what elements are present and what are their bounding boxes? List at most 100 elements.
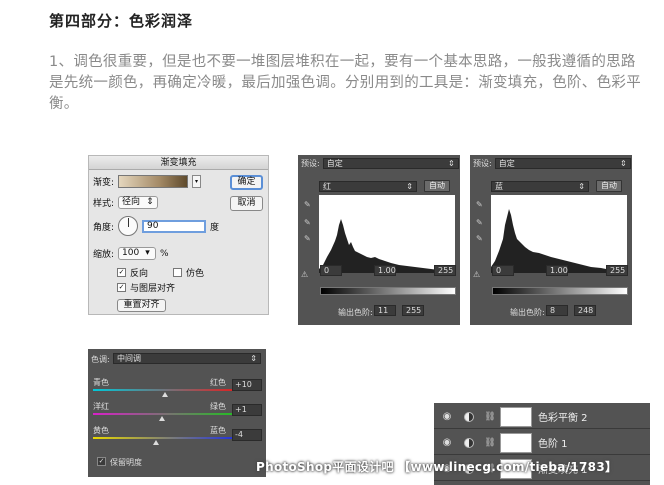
style-value: 径向 [122,197,141,207]
histogram [491,195,627,273]
black-eyedropper-icon[interactable]: ✎ [304,201,312,209]
channel-select[interactable]: 红 ⇕ [319,181,417,192]
tone-select[interactable]: 中间调 ⇕ [113,353,261,364]
color-balance-panel: 色调: 中间调 ⇕ 青色 红色 +10 洋红 绿色 +1 黄色 蓝色 -4 ✓ … [88,349,266,477]
reverse-checkbox[interactable]: ✓ [117,268,126,277]
preset-label: 预设: [473,159,492,168]
preset-label: 预设: [301,159,320,168]
updown-icon: ⇕ [406,182,413,191]
preset-select[interactable]: 自定 ⇕ [322,158,459,169]
input-black[interactable]: 0 [320,265,342,276]
layer-row[interactable]: ◉ ⛓ 色彩平衡 2 [434,405,650,429]
channel-value: 蓝 [495,182,503,191]
scale-select[interactable]: 100 ▾ [118,247,157,260]
output-label: 输出色阶: [338,308,373,317]
layer-row[interactable]: ◉ ⛓ 色阶 1 [434,431,650,455]
channel-value: 红 [323,182,331,191]
updown-icon: ⇕ [448,159,455,168]
preset-value: 自定 [326,159,343,168]
reset-align-button[interactable]: 重置对齐 [117,299,166,312]
angle-dial[interactable] [118,216,139,236]
yellow-blue-slider[interactable] [93,437,237,439]
style-row: 样式: 径向 ⇕ [93,196,158,209]
angle-row: 角度: 90 度 [93,216,219,236]
dialog-title: 渐变填充 [89,156,268,170]
preserve-luminosity-checkbox[interactable]: ✓ [97,457,106,466]
preset-row: 预设: 自定 ⇕ [473,158,631,169]
auto-button[interactable]: 自动 [596,180,622,192]
cyan-label: 青色 [93,378,109,387]
input-mid[interactable]: 1.00 [374,265,396,276]
updown-icon: ⇕ [250,354,257,363]
output-black[interactable]: 8 [546,305,568,316]
ok-button[interactable]: 确定 [230,175,263,190]
align-label: 与图层对齐 [130,284,176,294]
gray-eyedropper-icon[interactable]: ✎ [476,219,484,227]
magenta-green-thumb[interactable] [159,416,165,421]
output-gradient-bar [320,287,456,295]
updown-icon: ⇕ [620,159,627,168]
input-white[interactable]: 255 [606,265,628,276]
adjustment-layer-icon [464,437,474,448]
layer-mask-thumbnail[interactable] [500,432,532,453]
output-label: 输出色阶: [510,308,545,317]
link-icon[interactable]: ⛓ [484,412,496,422]
black-eyedropper-icon[interactable]: ✎ [476,201,484,209]
section-heading: 第四部分：色彩润泽 [49,12,194,30]
chevron-down-icon: ▾ [145,248,150,258]
eye-icon[interactable]: ◉ [434,411,460,422]
gradient-dropdown-icon[interactable]: ▾ [192,175,202,188]
adjustment-layer-icon [464,411,474,422]
output-gradient-bar [492,287,628,295]
input-mid[interactable]: 1.00 [546,265,568,276]
dither-option: 仿色 [173,266,204,279]
cyan-red-thumb[interactable] [162,392,168,397]
dither-checkbox[interactable] [173,268,182,277]
gradient-fill-dialog: 渐变填充 渐变: ▾ 样式: 径向 ⇕ 角度: 90 度 缩放: 100 ▾ %… [88,155,269,315]
channel-select[interactable]: 蓝 ⇕ [491,181,589,192]
angle-input[interactable]: 90 [142,219,207,233]
white-eyedropper-icon[interactable]: ✎ [304,235,312,243]
magenta-green-slider[interactable] [93,413,237,415]
style-select[interactable]: 径向 ⇕ [118,196,158,209]
preset-select[interactable]: 自定 ⇕ [494,158,631,169]
body-paragraph: 1、调色很重要，但是也不要一堆图层堆积在一起，要有一个基本思路，一般我遵循的思路… [49,54,641,112]
yellow-blue-thumb[interactable] [153,440,159,445]
input-black[interactable]: 0 [492,265,514,276]
green-label: 绿色 [210,402,226,411]
dither-label: 仿色 [186,269,205,279]
align-checkbox[interactable]: ✓ [117,283,126,292]
tone-label: 色调: [91,355,110,364]
layer-name[interactable]: 色彩平衡 2 [538,409,588,424]
cyan-red-value[interactable]: +10 [232,379,262,391]
eye-icon[interactable]: ◉ [434,437,460,448]
preserve-luminosity-label: 保留明度 [110,458,142,467]
link-icon[interactable]: ⛓ [484,438,496,448]
magenta-green-value[interactable]: +1 [232,404,262,416]
gray-eyedropper-icon[interactable]: ✎ [304,219,312,227]
layer-mask-thumbnail[interactable] [500,406,532,427]
output-white[interactable]: 255 [402,305,424,316]
gradient-swatch[interactable] [118,175,189,188]
angle-label: 角度: [93,222,115,233]
clipping-warning-icon[interactable]: ⚠ [301,271,315,279]
cancel-button[interactable]: 取消 [230,196,263,211]
blue-label: 蓝色 [210,426,226,435]
magenta-label: 洋红 [93,402,109,411]
updown-icon: ⇕ [578,182,585,191]
reverse-option: ✓ 反向 [117,266,148,279]
gradient-label: 渐变: [93,178,115,188]
white-eyedropper-icon[interactable]: ✎ [476,235,484,243]
style-label: 样式: [93,199,115,209]
yellow-label: 黄色 [93,426,109,435]
red-label: 红色 [210,378,226,387]
output-white[interactable]: 248 [574,305,596,316]
input-white[interactable]: 255 [434,265,456,276]
layer-name[interactable]: 色阶 1 [538,435,568,450]
auto-button[interactable]: 自动 [424,180,450,192]
cyan-red-slider[interactable] [93,389,237,391]
clipping-warning-icon[interactable]: ⚠ [473,271,487,279]
output-black[interactable]: 11 [374,305,396,316]
yellow-blue-value[interactable]: -4 [232,429,262,441]
angle-unit: 度 [210,222,220,233]
